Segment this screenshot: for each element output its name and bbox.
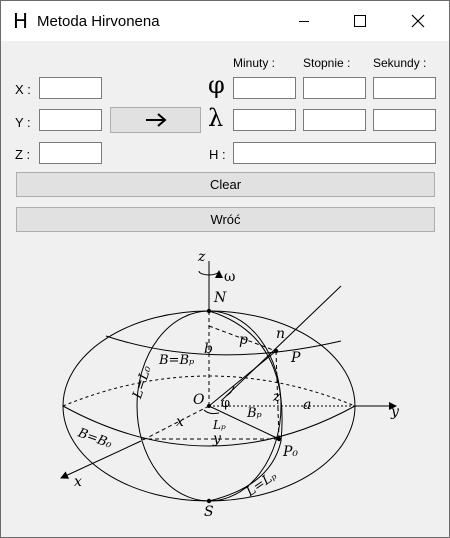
app-window: H Metoda Hirvonena Minuty : Stopnie : Se… [0, 0, 450, 538]
label-y-axis: y [390, 404, 400, 420]
h-input[interactable] [233, 142, 436, 164]
label-z-top: z [197, 249, 206, 265]
label-n: N [213, 290, 227, 306]
phi-seconds-input[interactable] [373, 77, 436, 99]
back-button[interactable]: Wróć [16, 207, 435, 232]
convert-button[interactable] [110, 107, 201, 133]
point-s [206, 498, 212, 504]
lambda-seconds-input[interactable] [373, 109, 436, 131]
lambda-symbol: λ [208, 104, 224, 132]
label-omega: ω [224, 269, 235, 285]
point-n [206, 308, 212, 314]
radius-op [208, 350, 277, 407]
label-x-inner: x [176, 414, 184, 430]
x-axis-inner [140, 405, 210, 442]
minimize-button[interactable] [281, 1, 327, 41]
ellipsoid-diagram: z ω N b p n P B=Bₚ L=L₀ O φ Bₚ z a y x L… [60, 249, 400, 520]
lambda-minutes-input[interactable] [233, 109, 296, 131]
x-input[interactable] [39, 77, 102, 99]
label-l-eq-lp: L=Lₚ [243, 468, 280, 500]
phi-symbol: φ [208, 71, 225, 99]
h-label: H : [209, 147, 226, 162]
label-p: P [290, 350, 301, 366]
y-label: Y : [15, 115, 31, 130]
close-icon [411, 14, 425, 28]
z-input[interactable] [39, 142, 102, 164]
minutes-header: Minuty : [233, 56, 276, 70]
degrees-header: Stopnie : [303, 56, 351, 70]
maximize-button[interactable] [337, 1, 383, 41]
label-bp: Bₚ [246, 406, 262, 421]
window-title: Metoda Hirvonena [37, 13, 160, 30]
phi-minutes-input[interactable] [233, 77, 296, 99]
y-input[interactable] [39, 109, 102, 131]
close-button[interactable] [395, 1, 441, 41]
label-b-eq-bp: B=Bₚ [158, 353, 194, 368]
label-p0: P₀ [282, 444, 298, 460]
maximize-icon [354, 15, 366, 27]
minimize-icon [299, 21, 309, 22]
label-b: b [204, 341, 213, 357]
point-o [207, 404, 211, 408]
label-y-inner: y [212, 431, 222, 447]
label-x-axis: x [74, 474, 82, 490]
label-s: S [204, 504, 214, 520]
label-b-eq-b0: B=B₀ [75, 425, 115, 452]
label-n-small: n [276, 326, 285, 342]
app-h-icon: H [13, 9, 29, 33]
point-p [273, 348, 279, 354]
x-label: X : [15, 82, 31, 97]
label-lp: Lₚ [212, 418, 226, 432]
parallel-bp [105, 335, 342, 356]
z-label: Z : [15, 147, 31, 162]
title-bar[interactable]: H Metoda Hirvonena [1, 1, 449, 41]
label-p-small: p [239, 332, 248, 348]
lambda-degrees-input[interactable] [303, 109, 366, 131]
point-p0 [276, 436, 282, 442]
clear-button[interactable]: Clear [16, 172, 435, 197]
lp-arc [203, 409, 220, 415]
label-z-inner: z [272, 389, 281, 405]
label-phi: φ [221, 396, 230, 411]
label-a: a [303, 397, 311, 413]
label-o: O [193, 392, 205, 408]
phi-degrees-input[interactable] [303, 77, 366, 99]
label-l-eq-l0: L=L₀ [130, 363, 155, 401]
seconds-header: Sekundy : [373, 56, 427, 70]
arrow-right-icon [145, 113, 167, 127]
